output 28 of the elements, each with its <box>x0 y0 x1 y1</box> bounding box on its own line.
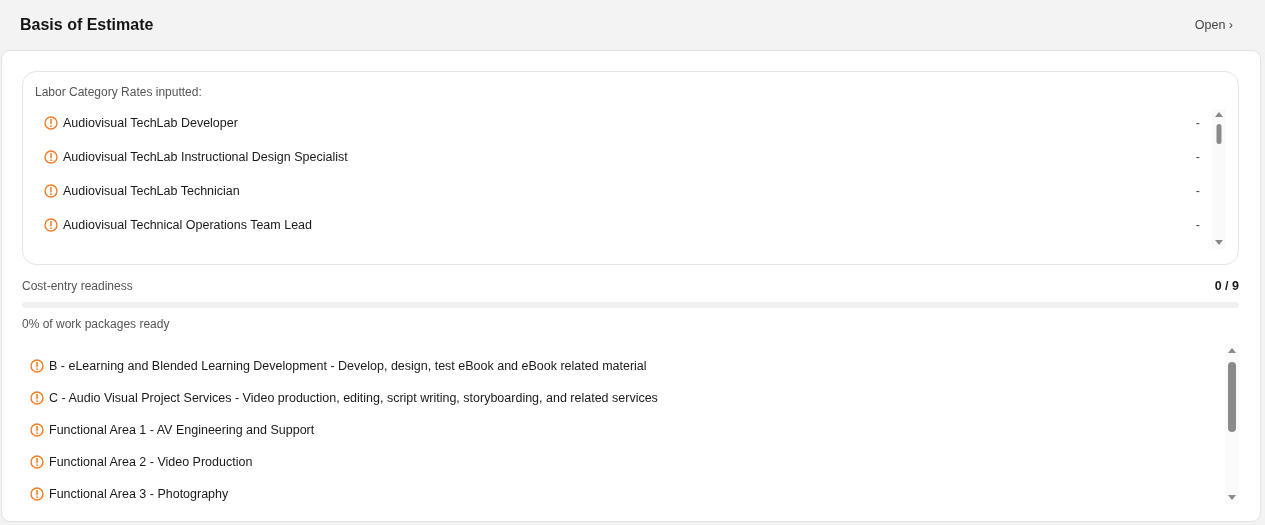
labor-category: Audiovisual TechLab Instructional Design Specialist <box>63 150 349 164</box>
rates-label: Labor Category Rates inputted: <box>35 85 203 99</box>
warning-icon <box>30 391 44 405</box>
readiness-count: 0 / 9 <box>1214 279 1239 293</box>
warning-icon <box>44 184 58 198</box>
work-package: B - eLearning and Blended Learning Development - Develop, design, test eBook and eBook related material <box>49 359 648 373</box>
work-package: C - Audio Visual Project Services - Video production, editing, script writing, storyboarding, and related services <box>49 391 659 405</box>
rate-value: - <box>1195 150 1200 164</box>
work-package: Functional Area 1 - AV Engineering and Support <box>49 423 316 437</box>
warning-icon <box>44 150 58 164</box>
rate-value: - <box>1195 184 1200 198</box>
work-package: Functional Area 2 - Video Production <box>49 455 254 469</box>
warning-icon <box>30 359 44 373</box>
labor-category: Audiovisual Technical Operations Team Lead <box>63 218 313 232</box>
section-title: Basis of Estimate <box>20 16 154 34</box>
readiness-label: Cost-entry readiness <box>22 279 133 293</box>
warning-icon <box>44 218 58 232</box>
warning-icon <box>30 487 44 501</box>
warning-icon <box>44 116 58 130</box>
open-link[interactable]: Open › <box>1194 18 1233 32</box>
warning-icon <box>30 455 44 469</box>
labor-category: Audiovisual TechLab Technician <box>63 184 241 198</box>
rate-value: - <box>1195 116 1200 130</box>
rate-value: - <box>1195 218 1200 232</box>
work-package: Functional Area 3 - Photography <box>49 487 230 501</box>
labor-category: Audiovisual TechLab Developer <box>63 116 239 130</box>
readiness-caption: 0% of work packages ready <box>22 317 171 331</box>
warning-icon <box>30 423 44 437</box>
